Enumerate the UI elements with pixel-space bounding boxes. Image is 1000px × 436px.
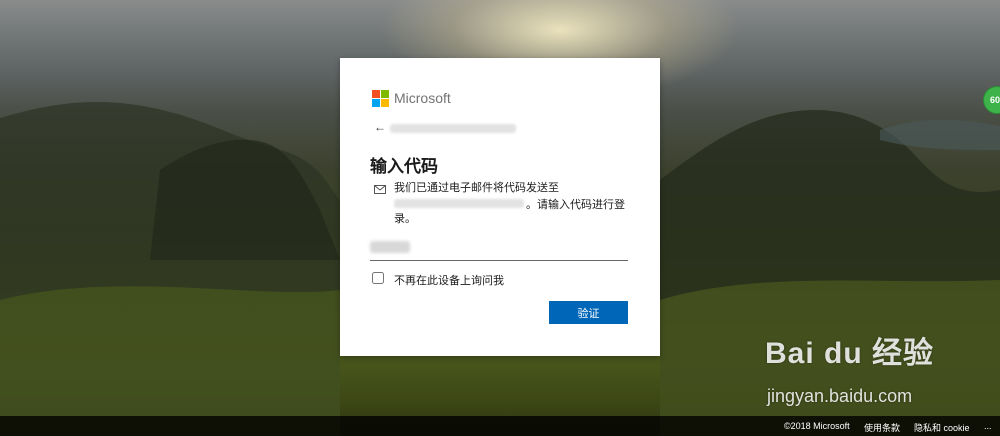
redacted-email: [390, 124, 516, 133]
redacted-email-2: [394, 199, 524, 208]
dont-ask-checkbox[interactable]: [372, 272, 384, 284]
watermark-url: jingyan.baidu.com: [767, 386, 913, 406]
baidu-watermark: Bai du 经验 jingyan.baidu.com: [765, 328, 935, 406]
more-link[interactable]: ...: [984, 421, 992, 431]
mail-icon: [374, 185, 386, 194]
redacted-code: [370, 241, 410, 253]
watermark-logo: Bai du 经验: [765, 337, 935, 370]
footer: ©2018 Microsoft 使用条款 隐私和 cookie ...: [0, 416, 1000, 436]
page-title: 输入代码: [370, 157, 438, 176]
microsoft-logo-icon: [372, 90, 389, 107]
verify-button[interactable]: 验证: [549, 301, 628, 324]
message-tail: 。请输入代码进行登: [526, 199, 625, 211]
signin-dialog: Microsoft ← 输入代码 我们已通过电子邮件将代码发送至 。请输入代码进…: [340, 58, 660, 356]
privacy-link[interactable]: 隐私和 cookie: [914, 421, 970, 434]
arrow-left-icon[interactable]: ←: [374, 121, 386, 133]
message-tail-2: 录。: [394, 213, 416, 225]
checkbox-label: 不再在此设备上询问我: [394, 275, 504, 287]
message-text: 我们已通过电子邮件将代码发送至: [394, 182, 559, 194]
brand-name: Microsoft: [394, 90, 451, 106]
terms-link[interactable]: 使用条款: [864, 421, 900, 434]
copyright-text: ©2018 Microsoft: [784, 421, 850, 431]
